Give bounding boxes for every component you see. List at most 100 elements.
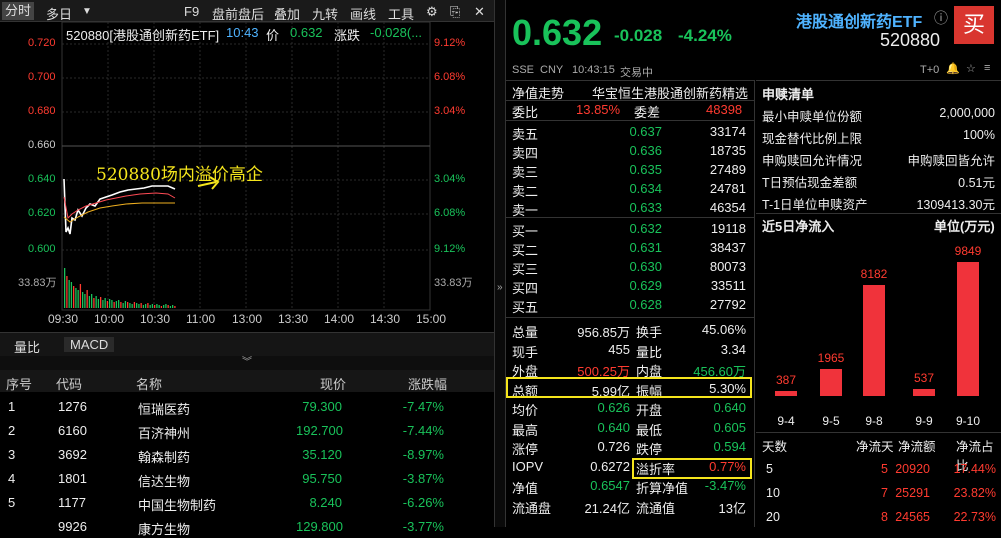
tab-intraday[interactable]: 分时	[2, 2, 35, 20]
order-level[interactable]: 卖一 0.633 46354	[506, 198, 754, 218]
y-tick-right: 3.04%	[434, 105, 466, 117]
stat-value: 0.6272	[590, 458, 630, 474]
col-code[interactable]: 代码	[56, 374, 82, 393]
volume-bar	[138, 304, 140, 308]
nine-turn-button[interactable]: 九转	[312, 4, 338, 23]
level-volume: 19118	[710, 221, 746, 236]
stat-label-2: 折算净值	[636, 481, 689, 496]
volume-bar	[64, 268, 66, 308]
f9-button[interactable]: F9	[184, 4, 199, 19]
share-icon[interactable]: ⎘	[450, 4, 460, 20]
row-change: -6.26%	[402, 495, 444, 510]
table-row[interactable]: 4 1801 信达生物 95.750 -3.87%	[0, 466, 494, 490]
x-tick: 09:30	[48, 312, 79, 326]
after-hours-button[interactable]: 盘前盘后	[212, 4, 264, 23]
order-level[interactable]: 买四 0.629 33511	[506, 276, 754, 296]
order-level[interactable]: 卖三 0.635 27489	[506, 160, 754, 180]
level-price: 0.632	[629, 221, 662, 236]
x-tick: 11:00	[186, 312, 216, 326]
stat-label: 最高	[512, 422, 539, 438]
volume-bar	[111, 300, 113, 308]
tab-volume-ratio[interactable]: 量比	[14, 337, 40, 356]
row-name: 康方生物	[138, 522, 191, 537]
order-level[interactable]: 卖五 0.637 33174	[506, 122, 754, 142]
stat-label: 流通盘	[512, 500, 552, 516]
row-index: 4	[8, 471, 16, 486]
info-icon[interactable]: ⓘ	[934, 8, 948, 28]
order-level[interactable]: 卖四 0.636 18735	[506, 141, 754, 161]
table-row[interactable]: 9926 康方生物 129.800 -3.77%	[0, 514, 494, 538]
row-change: -3.87%	[402, 471, 444, 486]
stat-value: 0.6547	[590, 478, 630, 493]
table-row[interactable]: 1 1276 恒瑞医药 79.300 -7.47%	[0, 394, 494, 418]
stat-row: 涨停 0.726 跌停 0.594	[506, 437, 754, 457]
collapse-icon[interactable]: ︾	[0, 356, 494, 370]
col-index[interactable]: 序号	[6, 374, 32, 393]
order-level[interactable]: 买五 0.628 27792	[506, 295, 754, 315]
redemption-label: 申购赎回允许情况	[762, 154, 863, 168]
highlight-premium	[632, 458, 752, 479]
volume-bar	[82, 292, 84, 308]
level-price: 0.635	[629, 162, 662, 177]
level-price: 0.634	[629, 181, 662, 196]
level-volume: 33511	[710, 278, 746, 293]
flow-table-cell: 10	[766, 486, 780, 500]
redemption-value: 申购赎回皆允许	[907, 154, 995, 168]
flow-bar	[913, 388, 935, 396]
order-level[interactable]: 买二 0.631 38437	[506, 238, 754, 258]
level-price: 0.628	[629, 297, 662, 312]
redemption-value: 1309413.30元	[916, 198, 995, 212]
tab-macd[interactable]: MACD	[64, 337, 115, 352]
stat-label: 净值	[512, 481, 539, 496]
y-tick-left: 0.640	[28, 173, 56, 185]
diff-label: 委差	[634, 105, 661, 120]
dropdown-icon[interactable]: ▼	[82, 6, 92, 17]
order-level[interactable]: 买一 0.632 19118	[506, 219, 754, 239]
stat-label-2: 跌停	[636, 442, 663, 457]
chart-change: -0.028(...	[370, 25, 423, 40]
stat-label: 现手	[512, 344, 539, 360]
flow-table-header: 天数	[762, 440, 788, 454]
menu-icon[interactable]: ≡	[984, 62, 990, 74]
volume-bar	[158, 305, 160, 308]
redemption-value: 0.51元	[958, 176, 995, 190]
panel-splitter[interactable]: »	[494, 0, 506, 527]
flow-bar	[775, 390, 797, 396]
tab-multiday[interactable]: 多日	[46, 4, 72, 23]
col-change[interactable]: 涨跌幅	[408, 374, 447, 393]
stat-row: 均价 0.626 开盘 0.640	[506, 398, 754, 418]
tools-button[interactable]: 工具	[388, 4, 414, 23]
intraday-chart[interactable]: 520880[港股通创新药ETF] 10:43 价 0.632 涨跌 -0.02…	[0, 22, 494, 332]
col-name[interactable]: 名称	[136, 374, 162, 393]
buy-button[interactable]: 买	[954, 6, 994, 44]
stat-row: 流通盘 21.24亿 流通值 13亿	[506, 496, 754, 516]
stat-label: 总量	[512, 325, 539, 340]
draw-line-button[interactable]: 画线	[350, 4, 376, 23]
table-row[interactable]: 3 3692 翰森制药 35.120 -8.97%	[0, 442, 494, 466]
star-icon[interactable]: ☆	[966, 62, 976, 75]
stat-value-2: 0.605	[713, 419, 746, 435]
price-label: 价	[266, 28, 280, 43]
level-price: 0.637	[629, 124, 662, 139]
level-price: 0.633	[629, 200, 662, 215]
level-volume: 33174	[709, 124, 746, 139]
order-book: 净值走势 华宝恒生港股通创新药精选 委比 13.85% 委差 48398 卖五 0…	[506, 80, 754, 527]
row-name: 恒瑞医药	[138, 402, 191, 417]
volume-bar	[115, 301, 118, 308]
overlay-button[interactable]: 叠加	[274, 4, 300, 23]
order-level[interactable]: 买三 0.630 80073	[506, 257, 754, 277]
alert-icon[interactable]: 🔔	[946, 62, 960, 75]
stat-row: 总量 956.85万 换手 45.06%	[506, 320, 754, 340]
expand-icon[interactable]: »	[497, 282, 503, 293]
table-row[interactable]: 2 6160 百济神州 192.700 -7.44%	[0, 418, 494, 442]
volume-bar	[147, 303, 149, 308]
table-row[interactable]: 5 1177 中国生物制药 8.240 -6.26%	[0, 490, 494, 514]
gear-icon[interactable]: ⚙	[426, 4, 438, 20]
order-level[interactable]: 卖二 0.634 24781	[506, 179, 754, 199]
row-name: 百济神州	[138, 426, 191, 441]
col-price[interactable]: 现价	[320, 374, 346, 393]
stat-value: 0.640	[597, 419, 630, 435]
volume-bar	[172, 305, 174, 308]
volume-bar	[154, 305, 156, 308]
close-icon[interactable]: ✕	[474, 4, 485, 20]
